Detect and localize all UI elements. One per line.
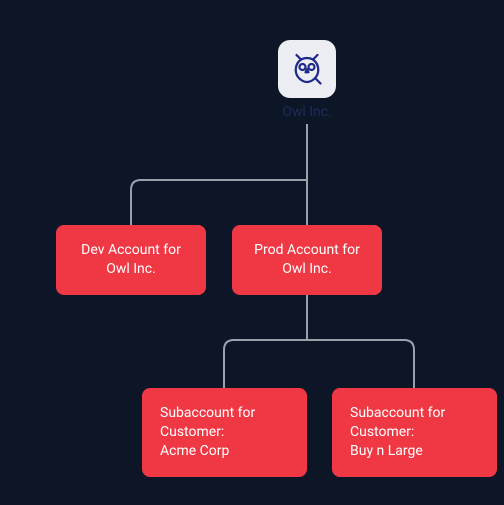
- node-line: Subaccount for: [350, 404, 479, 423]
- node-label: Prod Account for Owl Inc.: [254, 242, 360, 277]
- owl-icon: [289, 49, 325, 89]
- node-subaccount-bnl: Subaccount for Customer: Buy n Large: [332, 388, 497, 477]
- node-line: Buy n Large: [350, 442, 479, 461]
- node-line: Subaccount for: [160, 404, 289, 423]
- company-name: Owl Inc.: [260, 104, 354, 120]
- account-hierarchy-diagram: Owl Inc. Dev Account for Owl Inc. Prod A…: [0, 0, 504, 505]
- company-logo-tile: [278, 40, 336, 98]
- node-label: Dev Account for Owl Inc.: [81, 242, 181, 277]
- node-line: Customer:: [160, 423, 289, 442]
- node-line: Acme Corp: [160, 442, 289, 461]
- node-dev-account: Dev Account for Owl Inc.: [56, 225, 206, 295]
- node-prod-account: Prod Account for Owl Inc.: [232, 225, 382, 295]
- node-subaccount-acme: Subaccount for Customer: Acme Corp: [142, 388, 307, 477]
- node-line: Customer:: [350, 423, 479, 442]
